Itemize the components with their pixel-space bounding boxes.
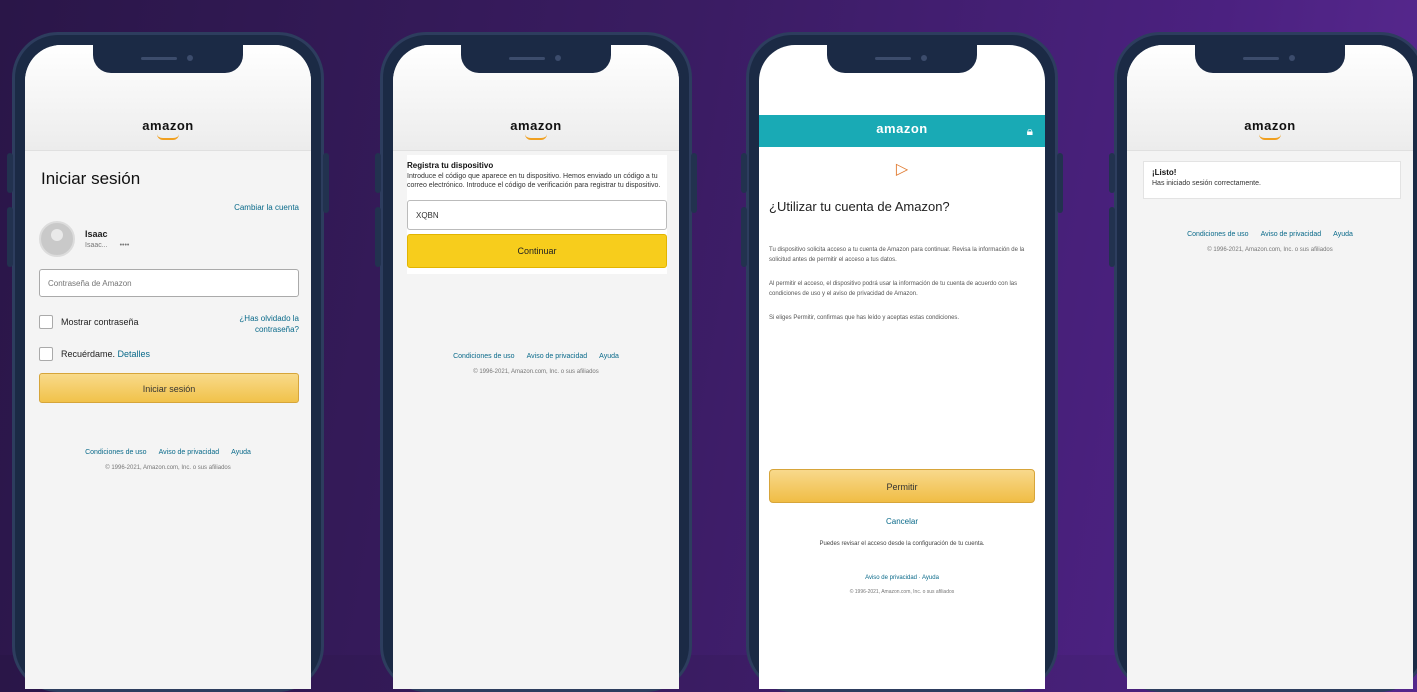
consent-paragraph: Tu dispositivo solicita acceso a tu cuen… — [769, 247, 1025, 263]
phone-button — [375, 153, 381, 193]
footer-links: Condiciones de uso Aviso de privacidad A… — [393, 353, 679, 360]
phone-screen: amazon Iniciar sesión Cambiar la cuenta … — [25, 45, 311, 689]
success-heading: ¡Listo! — [1152, 168, 1177, 177]
top-bar: amazon 🔒︎ — [759, 115, 1045, 147]
footer-copyright: © 1996-2021, Amazon.com, Inc. o sus afil… — [105, 465, 231, 471]
consent-text: Tu dispositivo solicita acceso a tu cuen… — [769, 245, 1035, 337]
phone-button — [1109, 207, 1115, 267]
amazon-logo: amazon — [393, 118, 679, 140]
phone-screen: amazon 🔒︎ ▷ ¿Utilizar tu cuenta de Amazo… — [759, 45, 1045, 689]
footer-link[interactable]: Condiciones de uso — [1187, 231, 1249, 238]
footer-copyright: © 1996-2021, Amazon.com, Inc. o sus afil… — [1207, 247, 1333, 253]
signin-button[interactable]: Iniciar sesión — [39, 373, 299, 403]
footer-link[interactable]: Aviso de privacidad — [527, 353, 588, 360]
phone-button — [375, 207, 381, 267]
footer-link[interactable]: Ayuda — [1333, 231, 1353, 238]
phone-signin: amazon Iniciar sesión Cambiar la cuenta … — [7, 32, 329, 692]
consent-title: ¿Utilizar tu cuenta de Amazon? — [769, 199, 950, 214]
footer-links: Condiciones de uso Aviso de privacidad A… — [1127, 231, 1413, 238]
user-phone: •••• — [119, 242, 130, 249]
phone-notch — [93, 45, 243, 73]
verify-instructions: Introduce el código que aparece en tu di… — [407, 173, 661, 189]
password-input[interactable] — [39, 269, 299, 297]
verify-heading: Registra tu dispositivo — [407, 161, 494, 170]
remember-me-checkbox[interactable] — [39, 347, 53, 361]
code-input[interactable] — [407, 200, 667, 230]
phone-screen: amazon Registra tu dispositivo Introduce… — [393, 45, 679, 689]
user-email: Isaac... — [85, 242, 108, 249]
lock-icon: 🔒︎ — [1026, 124, 1033, 138]
cancel-link[interactable]: Cancelar — [759, 517, 1045, 526]
account-chip: Isaac Isaac... •••• — [39, 221, 129, 257]
phone-success: amazon ¡Listo! Has iniciado sesión corre… — [1109, 32, 1417, 692]
phone-consent: amazon 🔒︎ ▷ ¿Utilizar tu cuenta de Amazo… — [741, 32, 1063, 692]
phone-button — [7, 153, 13, 193]
phone-screen: amazon ¡Listo! Has iniciado sesión corre… — [1127, 45, 1413, 689]
show-password-row[interactable]: Mostrar contraseña — [39, 315, 139, 329]
footer-link[interactable]: Ayuda — [231, 449, 251, 456]
phone-button — [7, 207, 13, 267]
forgot-password-link[interactable]: ¿Has olvidado la contraseña? — [219, 313, 299, 335]
consent-paragraph: Si eliges Permitir, confirmas que has le… — [769, 315, 960, 321]
footer-link[interactable]: Ayuda — [599, 353, 619, 360]
phone-button — [741, 153, 747, 193]
phone-button — [1109, 153, 1115, 193]
remember-me-label: Recuérdame. — [61, 349, 116, 359]
footer-link[interactable]: Condiciones de uso — [453, 353, 515, 360]
allow-button[interactable]: Permitir — [769, 469, 1035, 503]
amazon-logo: amazon — [876, 121, 928, 136]
success-message: Has iniciado sesión correctamente. — [1152, 180, 1261, 187]
avatar — [39, 221, 75, 257]
phone-notch — [827, 45, 977, 73]
phone-button — [691, 153, 697, 213]
footer-links: Condiciones de uso Aviso de privacidad A… — [25, 449, 311, 456]
phone-notch — [1195, 45, 1345, 73]
consent-paragraph: Al permitir el acceso, el dispositivo po… — [769, 281, 1018, 297]
footer-copyright: © 1996-2021, Amazon.com, Inc. o sus afil… — [849, 589, 955, 595]
footer-link[interactable]: Condiciones de uso — [85, 449, 147, 456]
phone-notch — [461, 45, 611, 73]
verify-card: Registra tu dispositivo Introduce el cód… — [407, 155, 667, 274]
phone-verify: amazon Registra tu dispositivo Introduce… — [375, 32, 697, 692]
show-password-label: Mostrar contraseña — [61, 317, 139, 327]
phone-button — [323, 153, 329, 213]
device-icon: ▷ — [895, 161, 909, 178]
page-title: Iniciar sesión — [41, 169, 141, 188]
footer-link[interactable]: Aviso de privacidad — [159, 449, 220, 456]
phone-button — [1057, 153, 1063, 213]
footer-link[interactable]: Aviso de privacidad — [1261, 231, 1322, 238]
success-card: ¡Listo! Has iniciado sesión correctament… — [1143, 161, 1401, 199]
amazon-logo: amazon — [25, 118, 311, 140]
user-name: Isaac — [85, 229, 108, 239]
footer-copyright: © 1996-2021, Amazon.com, Inc. o sus afil… — [473, 369, 599, 375]
footer-links[interactable]: Aviso de privacidad · Ayuda — [759, 575, 1045, 581]
continue-button[interactable]: Continuar — [407, 234, 667, 268]
amazon-logo: amazon — [1127, 118, 1413, 140]
change-account-link[interactable]: Cambiar la cuenta — [234, 203, 299, 212]
phone-button — [741, 207, 747, 267]
consent-note: Puedes revisar el acceso desde la config… — [819, 541, 985, 547]
remember-me-row[interactable]: Recuérdame. Detalles — [39, 347, 150, 361]
details-link[interactable]: Detalles — [118, 349, 151, 359]
show-password-checkbox[interactable] — [39, 315, 53, 329]
